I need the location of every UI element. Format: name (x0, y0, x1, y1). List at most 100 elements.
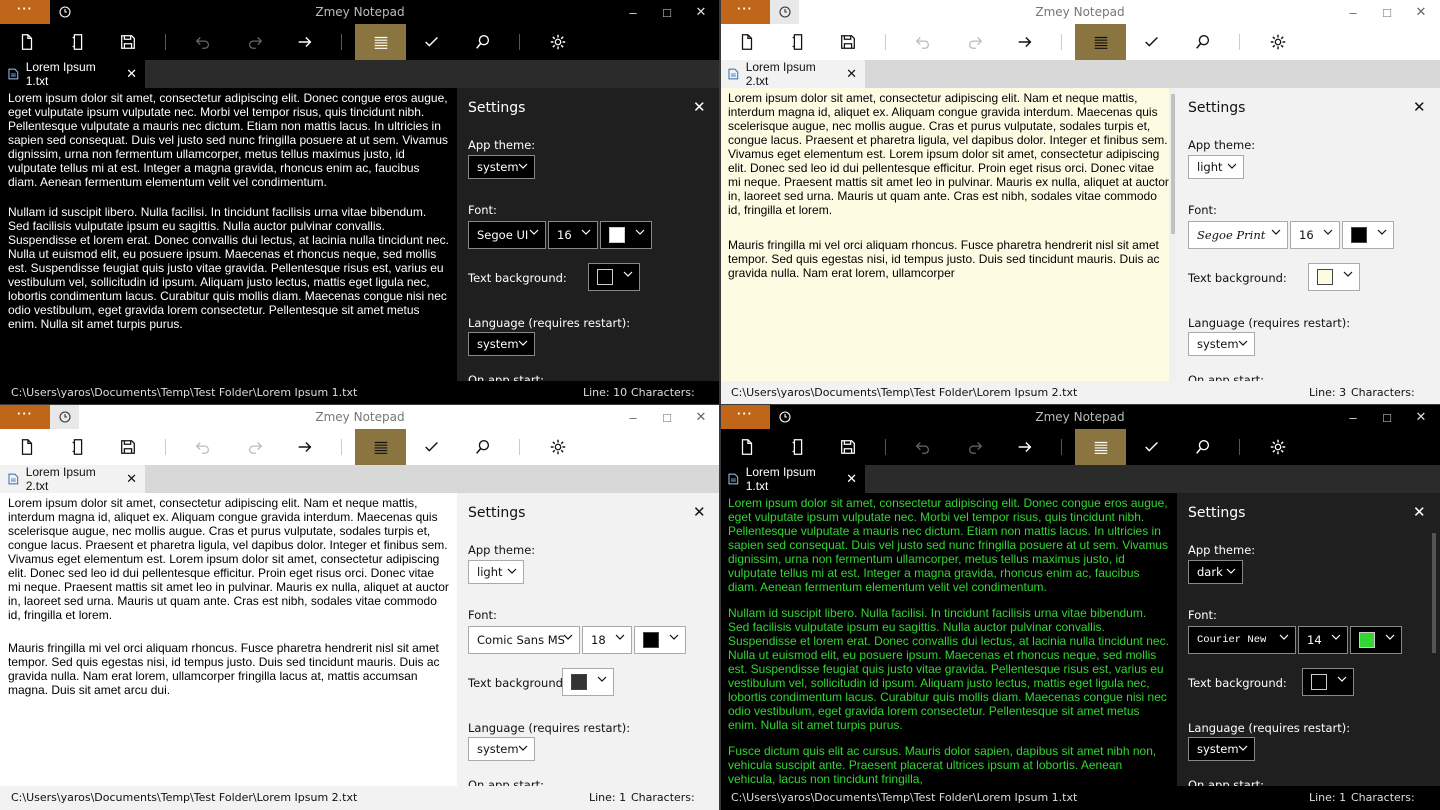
menu-button[interactable]: ··· (720, 405, 770, 429)
search-button[interactable] (457, 429, 508, 465)
open-file-button[interactable] (52, 429, 103, 465)
go-to-button[interactable] (999, 24, 1050, 60)
maximize-button[interactable]: □ (1370, 405, 1404, 429)
language-dropdown[interactable]: system (468, 737, 535, 761)
go-to-button[interactable] (999, 429, 1050, 465)
undo-button[interactable] (177, 429, 228, 465)
go-to-button[interactable] (279, 24, 330, 60)
font-color-dropdown[interactable] (600, 221, 652, 249)
document-tab[interactable]: Lorem Ipsum 2.txt ✕ (0, 465, 145, 493)
minimize-button[interactable]: – (616, 0, 650, 24)
menu-button[interactable]: ··· (0, 0, 50, 24)
font-size-dropdown[interactable]: 16 (548, 221, 598, 249)
document-tab[interactable]: Lorem Ipsum 2.txt ✕ (720, 60, 865, 88)
menu-button[interactable]: ··· (0, 405, 50, 429)
search-button[interactable] (457, 24, 508, 60)
go-to-button[interactable] (279, 429, 330, 465)
word-wrap-button[interactable] (355, 24, 406, 60)
redo-button[interactable] (229, 24, 280, 60)
settings-button[interactable] (1252, 24, 1303, 60)
spell-check-button[interactable] (1126, 24, 1177, 60)
font-family-dropdown[interactable]: Courier New (1188, 626, 1296, 654)
save-button[interactable] (102, 429, 153, 465)
maximize-button[interactable]: □ (1370, 0, 1404, 24)
new-file-button[interactable] (721, 429, 772, 465)
history-button[interactable] (50, 405, 79, 429)
history-button[interactable] (770, 0, 799, 24)
close-tab-button[interactable]: ✕ (126, 66, 137, 82)
close-window-button[interactable]: ✕ (1404, 0, 1438, 24)
new-file-button[interactable] (721, 24, 772, 60)
font-size-dropdown[interactable]: 16 (1290, 221, 1340, 249)
text-editor[interactable]: Lorem ipsum dolor sit amet, consectetur … (0, 88, 457, 381)
save-button[interactable] (102, 24, 153, 60)
save-button[interactable] (822, 429, 873, 465)
spell-check-button[interactable] (1126, 429, 1177, 465)
word-wrap-button[interactable] (355, 429, 406, 465)
close-tab-button[interactable]: ✕ (126, 471, 137, 487)
font-family-dropdown[interactable]: Segoe Print (1188, 221, 1288, 249)
undo-button[interactable] (897, 24, 948, 60)
menu-button[interactable]: ··· (720, 0, 770, 24)
open-file-button[interactable] (772, 429, 823, 465)
word-wrap-button[interactable] (1075, 24, 1126, 60)
redo-button[interactable] (949, 429, 1000, 465)
settings-button[interactable] (1252, 429, 1303, 465)
app-theme-dropdown[interactable]: light (468, 560, 524, 584)
settings-button[interactable] (532, 24, 583, 60)
maximize-button[interactable]: □ (650, 405, 684, 429)
settings-button[interactable] (532, 429, 583, 465)
text-background-dropdown[interactable] (562, 668, 614, 696)
word-wrap-button[interactable] (1075, 429, 1126, 465)
language-dropdown[interactable]: system (1188, 332, 1255, 356)
undo-button[interactable] (897, 429, 948, 465)
new-file-button[interactable] (1, 429, 52, 465)
history-button[interactable] (50, 0, 79, 24)
language-dropdown[interactable]: system (468, 332, 535, 356)
minimize-button[interactable]: – (616, 405, 650, 429)
new-file-button[interactable] (1, 24, 52, 60)
close-window-button[interactable]: ✕ (684, 0, 718, 24)
font-size-dropdown[interactable]: 18 (582, 626, 632, 654)
font-color-dropdown[interactable] (634, 626, 686, 654)
app-theme-dropdown[interactable]: system (468, 155, 535, 179)
app-theme-dropdown[interactable]: dark (1188, 560, 1243, 584)
close-settings-button[interactable]: ✕ (1413, 98, 1426, 116)
font-family-dropdown[interactable]: Segoe UI (468, 221, 546, 249)
editor-scrollbar[interactable] (1169, 88, 1177, 381)
document-tab[interactable]: Lorem Ipsum 1.txt ✕ (0, 60, 145, 88)
search-button[interactable] (1177, 429, 1228, 465)
history-button[interactable] (770, 405, 799, 429)
font-size-dropdown[interactable]: 14 (1298, 626, 1348, 654)
close-settings-button[interactable]: ✕ (1413, 503, 1426, 521)
text-editor[interactable]: Lorem ipsum dolor sit amet, consectetur … (0, 493, 457, 786)
save-button[interactable] (822, 24, 873, 60)
close-tab-button[interactable]: ✕ (846, 471, 857, 487)
close-window-button[interactable]: ✕ (1404, 405, 1438, 429)
minimize-button[interactable]: – (1336, 405, 1370, 429)
document-tab[interactable]: Lorem Ipsum 1.txt ✕ (720, 465, 865, 493)
minimize-button[interactable]: – (1336, 0, 1370, 24)
font-color-dropdown[interactable] (1342, 221, 1394, 249)
settings-scrollbar[interactable] (1431, 493, 1438, 786)
app-theme-dropdown[interactable]: light (1188, 155, 1244, 179)
redo-button[interactable] (229, 429, 280, 465)
language-dropdown[interactable]: system (1188, 737, 1255, 761)
open-file-button[interactable] (52, 24, 103, 60)
redo-button[interactable] (949, 24, 1000, 60)
font-color-dropdown[interactable] (1350, 626, 1402, 654)
close-tab-button[interactable]: ✕ (846, 66, 857, 82)
maximize-button[interactable]: □ (650, 0, 684, 24)
text-background-dropdown[interactable] (1302, 668, 1354, 696)
font-family-dropdown[interactable]: Comic Sans MS (468, 626, 580, 654)
text-editor[interactable]: Lorem ipsum dolor sit amet, consectetur … (720, 493, 1177, 786)
spell-check-button[interactable] (406, 24, 457, 60)
text-editor[interactable]: Lorem ipsum dolor sit amet, consectetur … (720, 88, 1177, 381)
close-window-button[interactable]: ✕ (684, 405, 718, 429)
search-button[interactable] (1177, 24, 1228, 60)
close-settings-button[interactable]: ✕ (693, 503, 706, 521)
close-settings-button[interactable]: ✕ (693, 98, 706, 116)
text-background-dropdown[interactable] (1308, 263, 1360, 291)
undo-button[interactable] (177, 24, 228, 60)
open-file-button[interactable] (772, 24, 823, 60)
